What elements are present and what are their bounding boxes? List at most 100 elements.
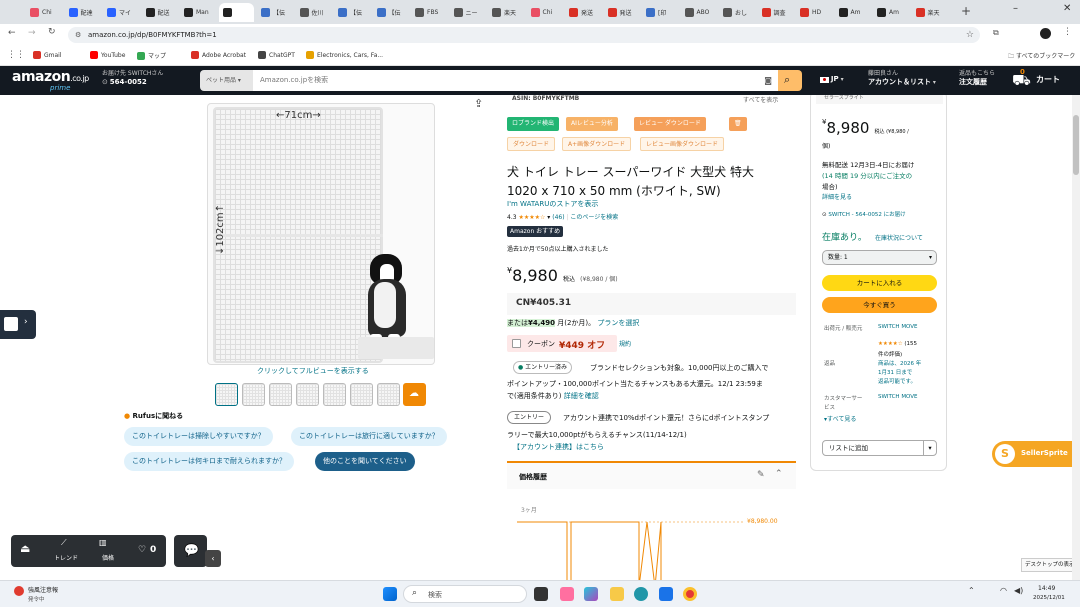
- browser-tab[interactable]: FBS: [411, 3, 447, 22]
- bookmark-item[interactable]: ChatGPT: [258, 51, 295, 59]
- browser-tab[interactable]: Chi: [26, 3, 62, 22]
- reload-icon[interactable]: ↻: [48, 27, 56, 37]
- search-button[interactable]: ⌕: [778, 70, 802, 91]
- browser-tab[interactable]: 発送: [565, 3, 601, 22]
- video-thumbnail[interactable]: ☁: [403, 383, 426, 406]
- product-thumbnail[interactable]: [215, 383, 238, 406]
- menu-icon[interactable]: ⋮: [1063, 27, 1072, 37]
- a-plus-download-tag[interactable]: A+画像ダウンロード: [562, 137, 632, 151]
- product-thumbnail[interactable]: [296, 383, 319, 406]
- rufus-question-1[interactable]: このトイレトレーは掃除しやすいですか？: [124, 427, 273, 446]
- store-link[interactable]: I'm WATARUのストアを表示: [507, 199, 598, 209]
- side-widget[interactable]: ›: [0, 310, 36, 339]
- seller-link[interactable]: SWITCH MOVE: [878, 324, 918, 330]
- promo1-detail-link[interactable]: 詳細を確認: [564, 392, 599, 400]
- account-menu[interactable]: 藤田良さん アカウント＆リスト ▾: [868, 69, 936, 87]
- apps-grid-icon[interactable]: ⋮⋮: [7, 50, 25, 60]
- trash-tag[interactable]: 🗑: [729, 117, 747, 131]
- cart-button[interactable]: ⛟ 0 カート: [1012, 68, 1060, 91]
- sales-label[interactable]: 価格: [102, 553, 114, 562]
- new-tab-button[interactable]: +: [961, 4, 971, 18]
- taskbar-search[interactable]: ⌕ 検索: [403, 585, 527, 603]
- trend-label[interactable]: トレンド: [54, 553, 78, 562]
- returns-policy-line2[interactable]: 1月31 日まで: [878, 368, 912, 376]
- returns-policy-line3[interactable]: 返品可能です。: [878, 377, 916, 385]
- browser-tab[interactable]: Man: [180, 3, 216, 22]
- collapse-chevron-icon[interactable]: ⌃: [775, 469, 783, 479]
- browser-tab[interactable]: マイ: [103, 3, 139, 22]
- site-info-icon[interactable]: ⚙: [75, 27, 81, 43]
- windows-start-icon[interactable]: [383, 587, 397, 601]
- rufus-ask-other-button[interactable]: 他のことを聞いてください: [315, 452, 415, 471]
- product-thumbnail[interactable]: [269, 383, 292, 406]
- deliver-to[interactable]: お届け先 SWITCHさん ⊙ 564-0052: [102, 69, 163, 87]
- forward-icon[interactable]: →: [28, 28, 36, 38]
- review-image-download-tag[interactable]: レビュー画像ダウンロード: [640, 137, 725, 151]
- file-explorer-icon[interactable]: [610, 587, 624, 601]
- review-download-tag[interactable]: レビュー ダウンロード: [634, 117, 706, 131]
- clock-time[interactable]: 14:49: [1038, 585, 1055, 592]
- browser-tab[interactable]: Am: [873, 3, 909, 22]
- close-window-icon[interactable]: ✕: [1063, 3, 1071, 14]
- product-thumbnail[interactable]: [323, 383, 346, 406]
- search-page-link[interactable]: このページを検索: [570, 214, 618, 221]
- stock-info-link[interactable]: 在庫状況について: [875, 233, 923, 242]
- bookmark-item[interactable]: Gmail: [33, 51, 62, 59]
- browser-tab[interactable]: [218, 3, 254, 22]
- coupon-terms-link[interactable]: 規約: [619, 339, 631, 348]
- browser-tab[interactable]: おし: [719, 3, 755, 22]
- collapse-icon[interactable]: ⏏: [20, 542, 30, 555]
- search-category-select[interactable]: ペット用品 ▾: [200, 70, 253, 91]
- main-product-image[interactable]: ←71cm→ ↓102cm↑: [207, 103, 435, 365]
- add-to-cart-button[interactable]: カートに入れる: [822, 275, 937, 291]
- orders-link[interactable]: 返品もこちら 注文履歴: [959, 69, 995, 87]
- seller-sprite-badge[interactable]: S SellerSprite: [992, 441, 1072, 467]
- rufus-question-3[interactable]: このトイレトレーは何キロまで耐えられますか？: [124, 452, 294, 471]
- scrollbar-thumb[interactable]: [1073, 115, 1079, 175]
- customer-service-link[interactable]: SWITCH MOVE: [878, 394, 918, 400]
- store-icon[interactable]: [659, 587, 673, 601]
- browser-tab[interactable]: 楽天: [912, 3, 948, 22]
- gallery-app-icon[interactable]: [560, 587, 574, 601]
- see-all-link[interactable]: すべてを表示: [743, 95, 778, 104]
- browser-tab[interactable]: 【伝: [257, 3, 293, 22]
- quantity-select[interactable]: 数量: 1 ▾: [822, 250, 937, 265]
- download-tag[interactable]: ダウンロード: [507, 137, 556, 151]
- browser-tab[interactable]: Am: [835, 3, 871, 22]
- url-field[interactable]: ⚙ amazon.co.jp/dp/B0FMYKFTMB?th=1 ☆: [68, 27, 980, 43]
- product-thumbnail[interactable]: [350, 383, 373, 406]
- search-input[interactable]: Amazon.co.jpを検索 ◙: [253, 70, 778, 91]
- browser-tab[interactable]: 楽天: [488, 3, 524, 22]
- browser-tab[interactable]: 発送: [604, 3, 640, 22]
- heart-icon[interactable]: ♡: [138, 545, 146, 555]
- entry-badge[interactable]: ● エントリー済み: [513, 361, 573, 374]
- buy-now-button[interactable]: 今すぐ買う: [822, 297, 937, 313]
- tray-chevron-icon[interactable]: ⌃: [968, 586, 975, 595]
- promo2-link[interactable]: 【アカウント連携】はこちら: [513, 442, 604, 452]
- returns-policy-line1[interactable]: 商品は、2026 年: [878, 359, 921, 367]
- profile-icon[interactable]: [1040, 28, 1051, 39]
- all-bookmarks-link[interactable]: 🗀 すべてのブックマーク: [1008, 51, 1075, 62]
- back-icon[interactable]: ←: [8, 28, 16, 38]
- review-count-link[interactable]: (46): [552, 214, 564, 221]
- copilot-icon[interactable]: [584, 587, 598, 601]
- ai-review-tag[interactable]: AIレビュー分析: [566, 117, 618, 131]
- product-thumbnail[interactable]: [377, 383, 400, 406]
- bookmark-star-icon[interactable]: ☆: [966, 27, 974, 43]
- product-thumbnail[interactable]: [242, 383, 265, 406]
- clock-date[interactable]: 2025/12/01: [1033, 595, 1065, 601]
- delivery-detail-link[interactable]: 詳細を見る: [822, 192, 852, 201]
- rufus-question-2[interactable]: このトイレトレーは旅行に適していますか？: [291, 427, 447, 446]
- browser-tab[interactable]: 調査: [758, 3, 794, 22]
- add-to-list-button[interactable]: リストに追加 ▾: [822, 440, 937, 456]
- rating-stars[interactable]: ★★★★☆: [518, 214, 545, 221]
- bookmark-item[interactable]: YouTube: [90, 51, 125, 59]
- page-scrollbar[interactable]: [1072, 95, 1080, 580]
- browser-tab[interactable]: 配達: [65, 3, 101, 22]
- bookmark-item[interactable]: Adobe Acrobat: [191, 51, 246, 59]
- delivery-location[interactable]: ⊙ SWITCH - 564-0052 にお届け: [822, 210, 906, 218]
- installment-plan-link[interactable]: プランを選択: [597, 319, 639, 327]
- chat-button[interactable]: 💬: [174, 535, 207, 567]
- bookmark-item[interactable]: マップ: [137, 51, 166, 60]
- brand-detect-tag[interactable]: ロブランド検出: [507, 117, 560, 131]
